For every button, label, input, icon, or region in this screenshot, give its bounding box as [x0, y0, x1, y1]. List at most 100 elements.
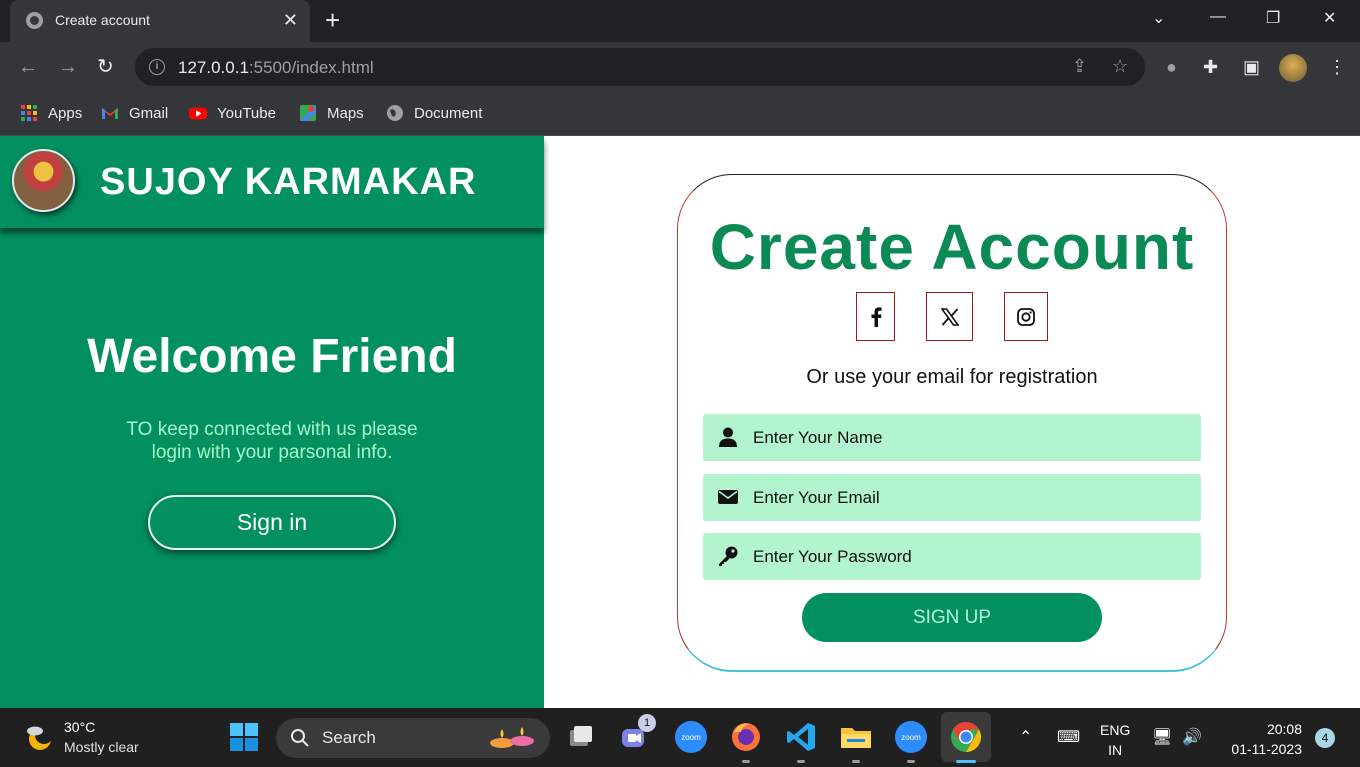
chrome-icon[interactable]	[941, 712, 991, 762]
close-tab-icon[interactable]: ✕	[283, 9, 298, 31]
envelope-icon	[718, 490, 738, 504]
task-view-icon[interactable]	[564, 720, 598, 754]
welcome-subtitle-line2: login with your parsonal info.	[151, 442, 393, 463]
tab-create-account[interactable]: Create account ✕	[10, 0, 310, 42]
extensions-puzzle-icon[interactable]: ✚	[1203, 57, 1218, 77]
weather-condition: Mostly clear	[64, 739, 139, 755]
url-text: 127.0.0.1:5500/index.html	[178, 58, 374, 77]
teams-badge: 1	[638, 714, 656, 732]
restore-button[interactable]: ❐	[1266, 8, 1280, 28]
teams-chat-icon[interactable]: 1	[619, 714, 656, 754]
x-button[interactable]	[926, 292, 973, 341]
address-bar[interactable]: i 127.0.0.1:5500/index.html ⇪ ☆	[135, 48, 1145, 86]
apps-grid-icon	[21, 105, 37, 121]
registration-hint: Or use your email for registration	[806, 366, 1098, 388]
keyboard-icon[interactable]: ⌨	[1057, 727, 1080, 747]
clock-date: 01-11-2023	[1231, 741, 1302, 757]
close-window-button[interactable]: ✕	[1323, 8, 1336, 28]
form-title: Create Account	[709, 211, 1195, 283]
new-tab-button[interactable]: +	[325, 6, 340, 34]
youtube-icon	[189, 107, 207, 120]
bookmark-label: YouTube	[217, 104, 276, 122]
profile-avatar[interactable]	[1279, 54, 1307, 82]
facebook-icon	[871, 306, 882, 327]
sign-up-button[interactable]: SIGN UP	[802, 593, 1102, 642]
running-indicator	[852, 760, 860, 763]
svg-text:zoom: zoom	[901, 733, 921, 742]
windows-start-icon[interactable]	[229, 722, 259, 752]
diwali-lamp-icon	[490, 727, 534, 748]
extension-icon[interactable]: ●	[1166, 57, 1177, 77]
forward-button[interactable]: →	[58, 56, 78, 78]
notification-badge[interactable]: 4	[1315, 728, 1335, 748]
bookmark-label: Gmail	[129, 104, 169, 122]
side-panel-icon[interactable]: ▣	[1243, 57, 1260, 77]
language-indicator[interactable]: ENG IN	[1100, 720, 1130, 760]
web-page: SUJOY KARMAKAR Welcome Friend TO keep co…	[0, 136, 1360, 708]
name-field	[703, 414, 1201, 461]
bookmark-maps[interactable]: Maps	[299, 104, 364, 122]
maps-icon	[300, 105, 316, 121]
back-button[interactable]: ←	[18, 56, 38, 78]
region-code: IN	[1108, 742, 1123, 758]
browser-toolbar: ← → ↻ i 127.0.0.1:5500/index.html ⇪ ☆ ● …	[0, 42, 1360, 92]
bookmark-gmail[interactable]: Gmail	[101, 104, 168, 122]
bookmarks-bar: Apps Gmail YouTube Maps Document	[0, 92, 1360, 136]
share-icon[interactable]: ⇪	[1072, 56, 1087, 77]
bookmark-document[interactable]: Document	[386, 104, 482, 122]
show-hidden-icons-icon[interactable]: ⌃	[1019, 727, 1032, 747]
bookmark-youtube[interactable]: YouTube	[189, 104, 276, 122]
active-indicator	[956, 760, 976, 763]
password-field	[703, 533, 1201, 580]
firefox-icon[interactable]	[729, 720, 763, 754]
running-indicator	[797, 760, 805, 763]
clock-time: 20:08	[1266, 721, 1302, 737]
vscode-icon[interactable]	[784, 720, 818, 754]
menu-kebab-icon[interactable]: ⋮	[1328, 57, 1346, 77]
volume-icon[interactable]: 🔊	[1182, 727, 1202, 747]
globe-icon	[387, 105, 403, 121]
tab-search-icon[interactable]: ⌄	[1152, 8, 1165, 28]
taskbar: 30°C Mostly clear Search 1 zoom zoom ⌃ ⌨…	[0, 708, 1360, 767]
language-code: ENG	[1100, 722, 1131, 738]
user-icon	[719, 427, 737, 447]
network-icon[interactable]: 🖥	[1152, 727, 1172, 747]
tab-strip: Create account ✕ + ⌄ — ❐ ✕	[0, 0, 1360, 42]
file-explorer-icon[interactable]	[839, 720, 873, 754]
moon-cloud-icon[interactable]	[24, 722, 54, 752]
bookmark-label: Apps	[48, 104, 83, 122]
svg-text:zoom: zoom	[681, 733, 701, 742]
minimize-button[interactable]: —	[1210, 8, 1226, 26]
taskbar-search[interactable]: Search	[276, 718, 550, 758]
bookmark-star-icon[interactable]: ☆	[1112, 56, 1128, 77]
search-label: Search	[322, 728, 376, 747]
instagram-button[interactable]	[1004, 292, 1048, 341]
site-info-icon[interactable]: i	[149, 59, 165, 75]
facebook-button[interactable]	[856, 292, 895, 341]
name-input[interactable]	[753, 414, 1193, 461]
bookmark-label: Maps	[327, 104, 364, 122]
reload-button[interactable]: ↻	[97, 56, 114, 78]
zoom-icon[interactable]: zoom	[674, 720, 708, 754]
welcome-title: Welcome Friend	[87, 330, 457, 383]
bookmark-apps[interactable]: Apps	[20, 104, 82, 122]
running-indicator	[742, 760, 750, 763]
system-clock[interactable]: 20:08 01-11-2023	[1222, 719, 1302, 759]
gmail-icon	[102, 108, 118, 119]
profile-photo	[12, 149, 75, 212]
email-input[interactable]	[753, 474, 1193, 521]
brand-name: SUJOY KARMAKAR	[100, 161, 477, 203]
email-field	[703, 474, 1201, 521]
search-icon	[291, 729, 309, 747]
weather-temperature: 30°C	[64, 719, 96, 735]
brand-header: SUJOY KARMAKAR	[0, 136, 544, 228]
bookmark-label: Document	[414, 104, 483, 122]
zoom-meetings-icon[interactable]: zoom	[894, 720, 928, 754]
create-account-card: Create Account Or use your email for reg…	[677, 174, 1227, 672]
globe-icon	[26, 12, 43, 29]
key-icon	[719, 546, 738, 566]
running-indicator	[907, 760, 915, 763]
sign-in-button[interactable]: Sign in	[148, 495, 396, 550]
x-icon	[940, 307, 959, 326]
password-input[interactable]	[753, 533, 1193, 580]
